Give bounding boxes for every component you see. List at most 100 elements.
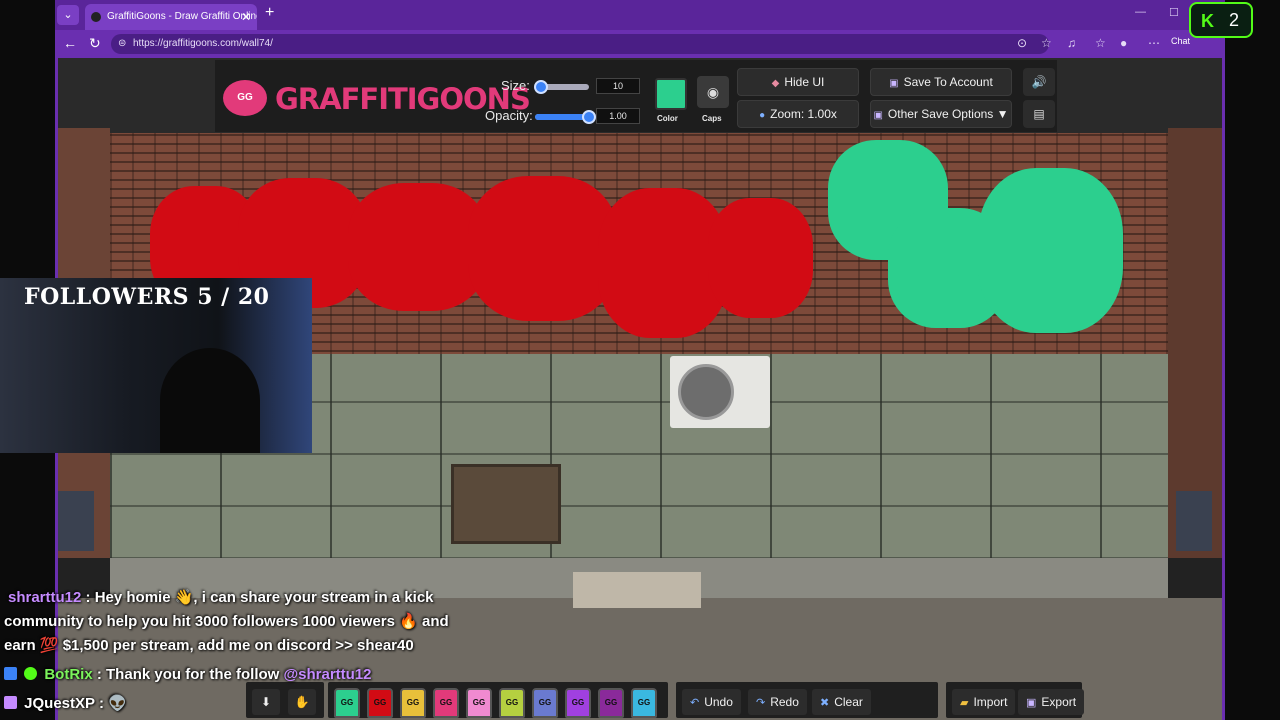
save-to-account-button[interactable]: ▣ Save To Account <box>870 68 1012 96</box>
file-group: ▰ Import ▣ Export <box>946 682 1085 718</box>
graffiti-red-stroke <box>348 183 488 311</box>
more-menu-icon[interactable]: ⋯ <box>1148 36 1160 50</box>
undo-button[interactable]: ↶ Undo <box>682 689 741 715</box>
spray-can-icon[interactable]: GG <box>598 688 624 718</box>
streamer-silhouette <box>160 348 260 453</box>
back-icon[interactable]: ← <box>63 35 77 51</box>
reload-icon[interactable]: ↻ <box>89 35 101 52</box>
profile-avatar-icon[interactable]: ● <box>1120 36 1127 50</box>
hide-ui-button[interactable]: ◆ Hide UI <box>737 68 859 96</box>
opacity-slider-fill <box>535 114 589 120</box>
favicon-icon <box>91 12 101 22</box>
trash-icon: ✖ <box>820 697 830 709</box>
verified-badge-icon <box>24 667 38 680</box>
ac-unit <box>670 356 770 428</box>
export-icon: ▣ <box>1026 697 1037 709</box>
extensions-icon[interactable]: ♫ <box>1067 36 1076 50</box>
zoom-button[interactable]: ● Zoom: 1.00x <box>737 100 859 128</box>
spray-can-icon[interactable]: GG <box>466 688 492 718</box>
tab-bar: ⌄ GraffitiGoons - Draw Graffiti Online ✕… <box>55 0 1225 30</box>
minimize-icon[interactable]: — <box>1135 6 1146 18</box>
chat-message: JQuestXP : 👽 <box>4 692 127 716</box>
opacity-slider-knob[interactable] <box>582 110 596 124</box>
reader-icon[interactable]: ⊙ <box>1017 36 1027 50</box>
stream-frame: ⌄ GraffitiGoons - Draw Graffiti Online ✕… <box>0 0 1280 720</box>
gallery-icon[interactable]: ▤ <box>1023 100 1055 128</box>
spray-can-palette: GG GG GG GG GG GG GG GG GG GG <box>328 682 668 718</box>
kick-logo-icon: K <box>1201 11 1214 31</box>
save-options-icon: ▣ <box>873 110 883 121</box>
tab-menu-button[interactable]: ⌄ <box>57 5 79 25</box>
size-value[interactable]: 10 <box>596 78 640 94</box>
redo-label: Redo <box>770 695 799 709</box>
chat-username: shrarttu12 <box>8 589 82 606</box>
graffiti-red-stroke <box>708 198 813 318</box>
new-tab-button[interactable]: + <box>265 4 274 22</box>
concrete-step <box>573 572 701 608</box>
chat-label: Chat <box>1171 36 1191 46</box>
graffiti-red-stroke <box>468 176 618 321</box>
history-group: ↶ Undo ↷ Redo ✖ Clear <box>676 682 938 718</box>
spray-can-icon[interactable]: GG <box>367 688 393 718</box>
opacity-value[interactable]: 1.00 <box>596 108 640 124</box>
spray-can-icon[interactable]: GG <box>532 688 558 718</box>
spray-can-icon[interactable]: GG <box>433 688 459 718</box>
spray-cap-icon[interactable]: ◉ <box>697 76 729 108</box>
kick-viewer-badge: K 2 <box>1189 2 1253 38</box>
opacity-slider[interactable] <box>535 114 589 120</box>
spray-can-icon[interactable]: GG <box>400 688 426 718</box>
bot-badge-icon <box>4 667 17 680</box>
address-bar-row: ← ↻ ⊜ https://graffitigoons.com/wall74/ … <box>55 30 1225 58</box>
opacity-label: Opacity: <box>485 108 533 123</box>
chat-text: : 👽 <box>98 695 127 712</box>
save-icon: ▣ <box>889 78 899 89</box>
import-label: Import <box>973 695 1008 709</box>
hand-tool-icon[interactable]: ✋ <box>288 689 316 715</box>
logo-mask-icon: GG <box>223 80 267 116</box>
app-toolbar: GG GRAFFITIGOONS Size: 10 Opacity: 1.00 … <box>215 60 1057 132</box>
save-account-label: Save To Account <box>903 75 993 89</box>
chat-text: : Hey homie 👋, i can share your stream i… <box>85 589 434 606</box>
redo-icon: ↷ <box>756 697 766 709</box>
zoom-icon: ● <box>759 110 766 121</box>
spray-can-icon[interactable]: GG <box>565 688 591 718</box>
favorites-icon[interactable]: ☆ <box>1095 36 1106 50</box>
folder-icon: ▰ <box>960 697 969 709</box>
copilot-chat-button[interactable]: Chat <box>1171 36 1190 46</box>
sound-toggle-icon[interactable]: 🔊 <box>1023 68 1055 96</box>
favorite-star-icon[interactable]: ☆ <box>1041 36 1052 50</box>
spray-can-icon[interactable]: GG <box>334 688 360 718</box>
clear-button[interactable]: ✖ Clear <box>812 689 871 715</box>
zoom-label: Zoom: 1.00x <box>770 107 837 121</box>
chat-text: community to help you hit 3000 followers… <box>4 613 449 630</box>
chat-message: BotRix : Thank you for the follow @shrar… <box>4 663 372 687</box>
tool-group: ⬇ ✋ <box>246 682 324 718</box>
viewer-count: 2 <box>1229 10 1240 30</box>
other-save-label: Other Save Options ▼ <box>887 107 1009 121</box>
color-swatch[interactable] <box>655 78 687 110</box>
trash-bin <box>1176 491 1212 551</box>
graffiti-teal-stroke <box>978 168 1123 333</box>
trash-bin <box>58 491 94 551</box>
caps-label: Caps <box>702 114 722 123</box>
spray-can-icon[interactable]: GG <box>631 688 657 718</box>
tab-title: GraffitiGoons - Draw Graffiti Online <box>107 11 257 22</box>
redo-button[interactable]: ↷ Redo <box>748 689 807 715</box>
chat-username: BotRix <box>44 666 93 683</box>
site-info-icon[interactable]: ⊜ <box>118 34 126 54</box>
other-save-options-button[interactable]: ▣ Other Save Options ▼ <box>870 100 1012 128</box>
size-slider-knob[interactable] <box>534 80 549 94</box>
close-tab-icon[interactable]: ✕ <box>241 4 251 30</box>
color-label: Color <box>657 114 678 123</box>
browser-tab[interactable]: GraffitiGoons - Draw Graffiti Online ✕ <box>85 4 257 30</box>
import-button[interactable]: ▰ Import <box>952 689 1016 715</box>
export-label: Export <box>1041 695 1077 709</box>
export-button[interactable]: ▣ Export <box>1018 689 1085 715</box>
size-label: Size: <box>501 78 530 93</box>
subscriber-badge-icon <box>4 696 17 709</box>
maximize-icon[interactable]: ☐ <box>1169 6 1179 19</box>
url-field[interactable]: ⊜ https://graffitigoons.com/wall74/ <box>111 34 1049 54</box>
download-icon[interactable]: ⬇ <box>252 689 280 715</box>
chat-username: JQuestXP <box>24 695 95 712</box>
spray-can-icon[interactable]: GG <box>499 688 525 718</box>
